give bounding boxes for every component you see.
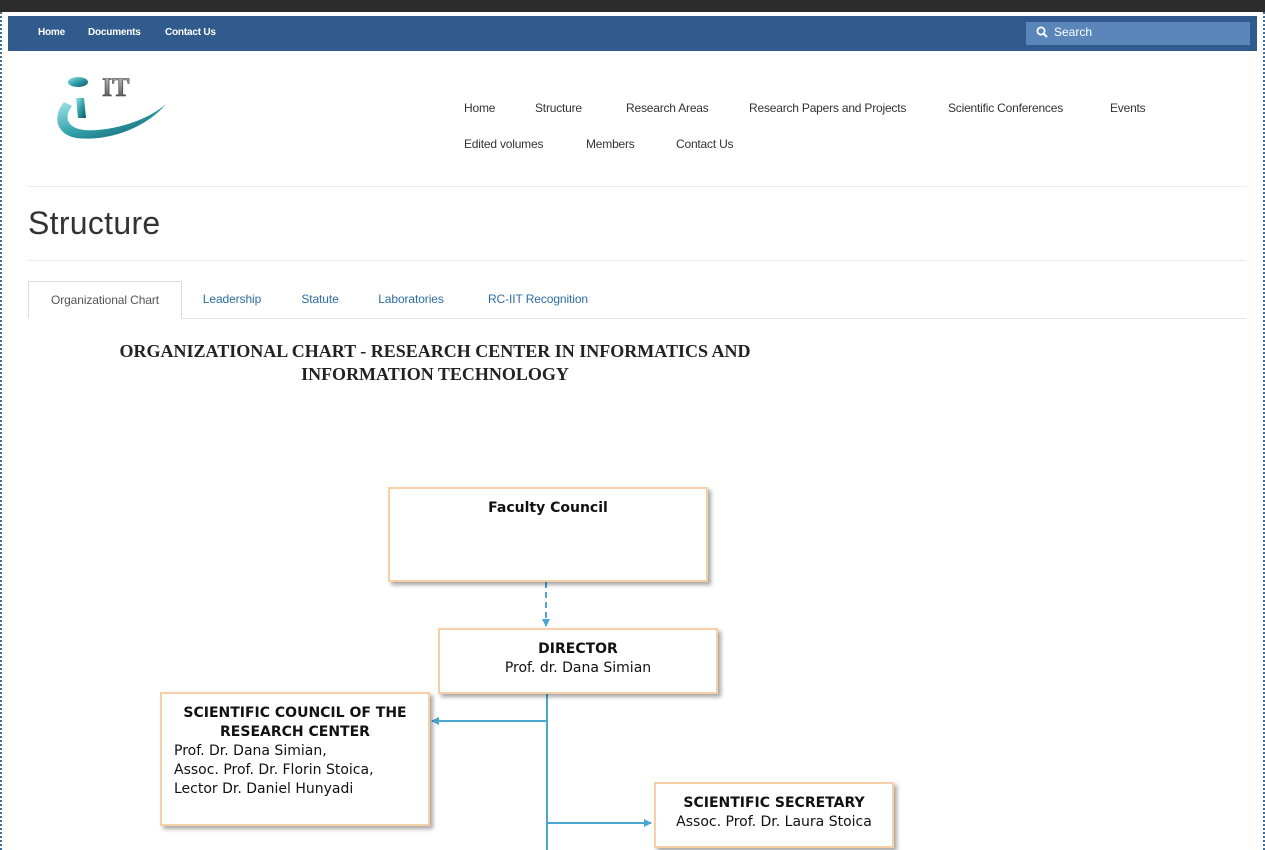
director-name: Prof. dr. Dana Simian xyxy=(504,660,652,676)
scientific-council-member: Assoc. Prof. Dr. Florin Stoica, xyxy=(174,762,374,778)
scientific-council-title-line2: RESEARCH CENTER xyxy=(220,724,370,740)
faculty-council-box: Faculty Council xyxy=(388,487,708,582)
scientific-council-member: Lector Dr. Daniel Hunyadi xyxy=(174,781,354,797)
scientific-secretary-box: SCIENTIFIC SECRETARY Assoc. Prof. Dr. La… xyxy=(654,782,894,848)
scientific-council-box: SCIENTIFIC COUNCIL OF THE RESEARCH CENTE… xyxy=(160,692,430,826)
secretary-title: SCIENTIFIC SECRETARY xyxy=(683,795,865,811)
scientific-council-title-line1: SCIENTIFIC COUNCIL OF THE xyxy=(183,705,407,721)
faculty-council-label: Faculty Council xyxy=(488,500,608,516)
secretary-name: Assoc. Prof. Dr. Laura Stoica xyxy=(676,814,872,830)
scientific-council-member: Prof. Dr. Dana Simian, xyxy=(174,743,327,759)
director-box: DIRECTOR Prof. dr. Dana Simian xyxy=(438,628,718,694)
director-title: DIRECTOR xyxy=(538,641,618,657)
